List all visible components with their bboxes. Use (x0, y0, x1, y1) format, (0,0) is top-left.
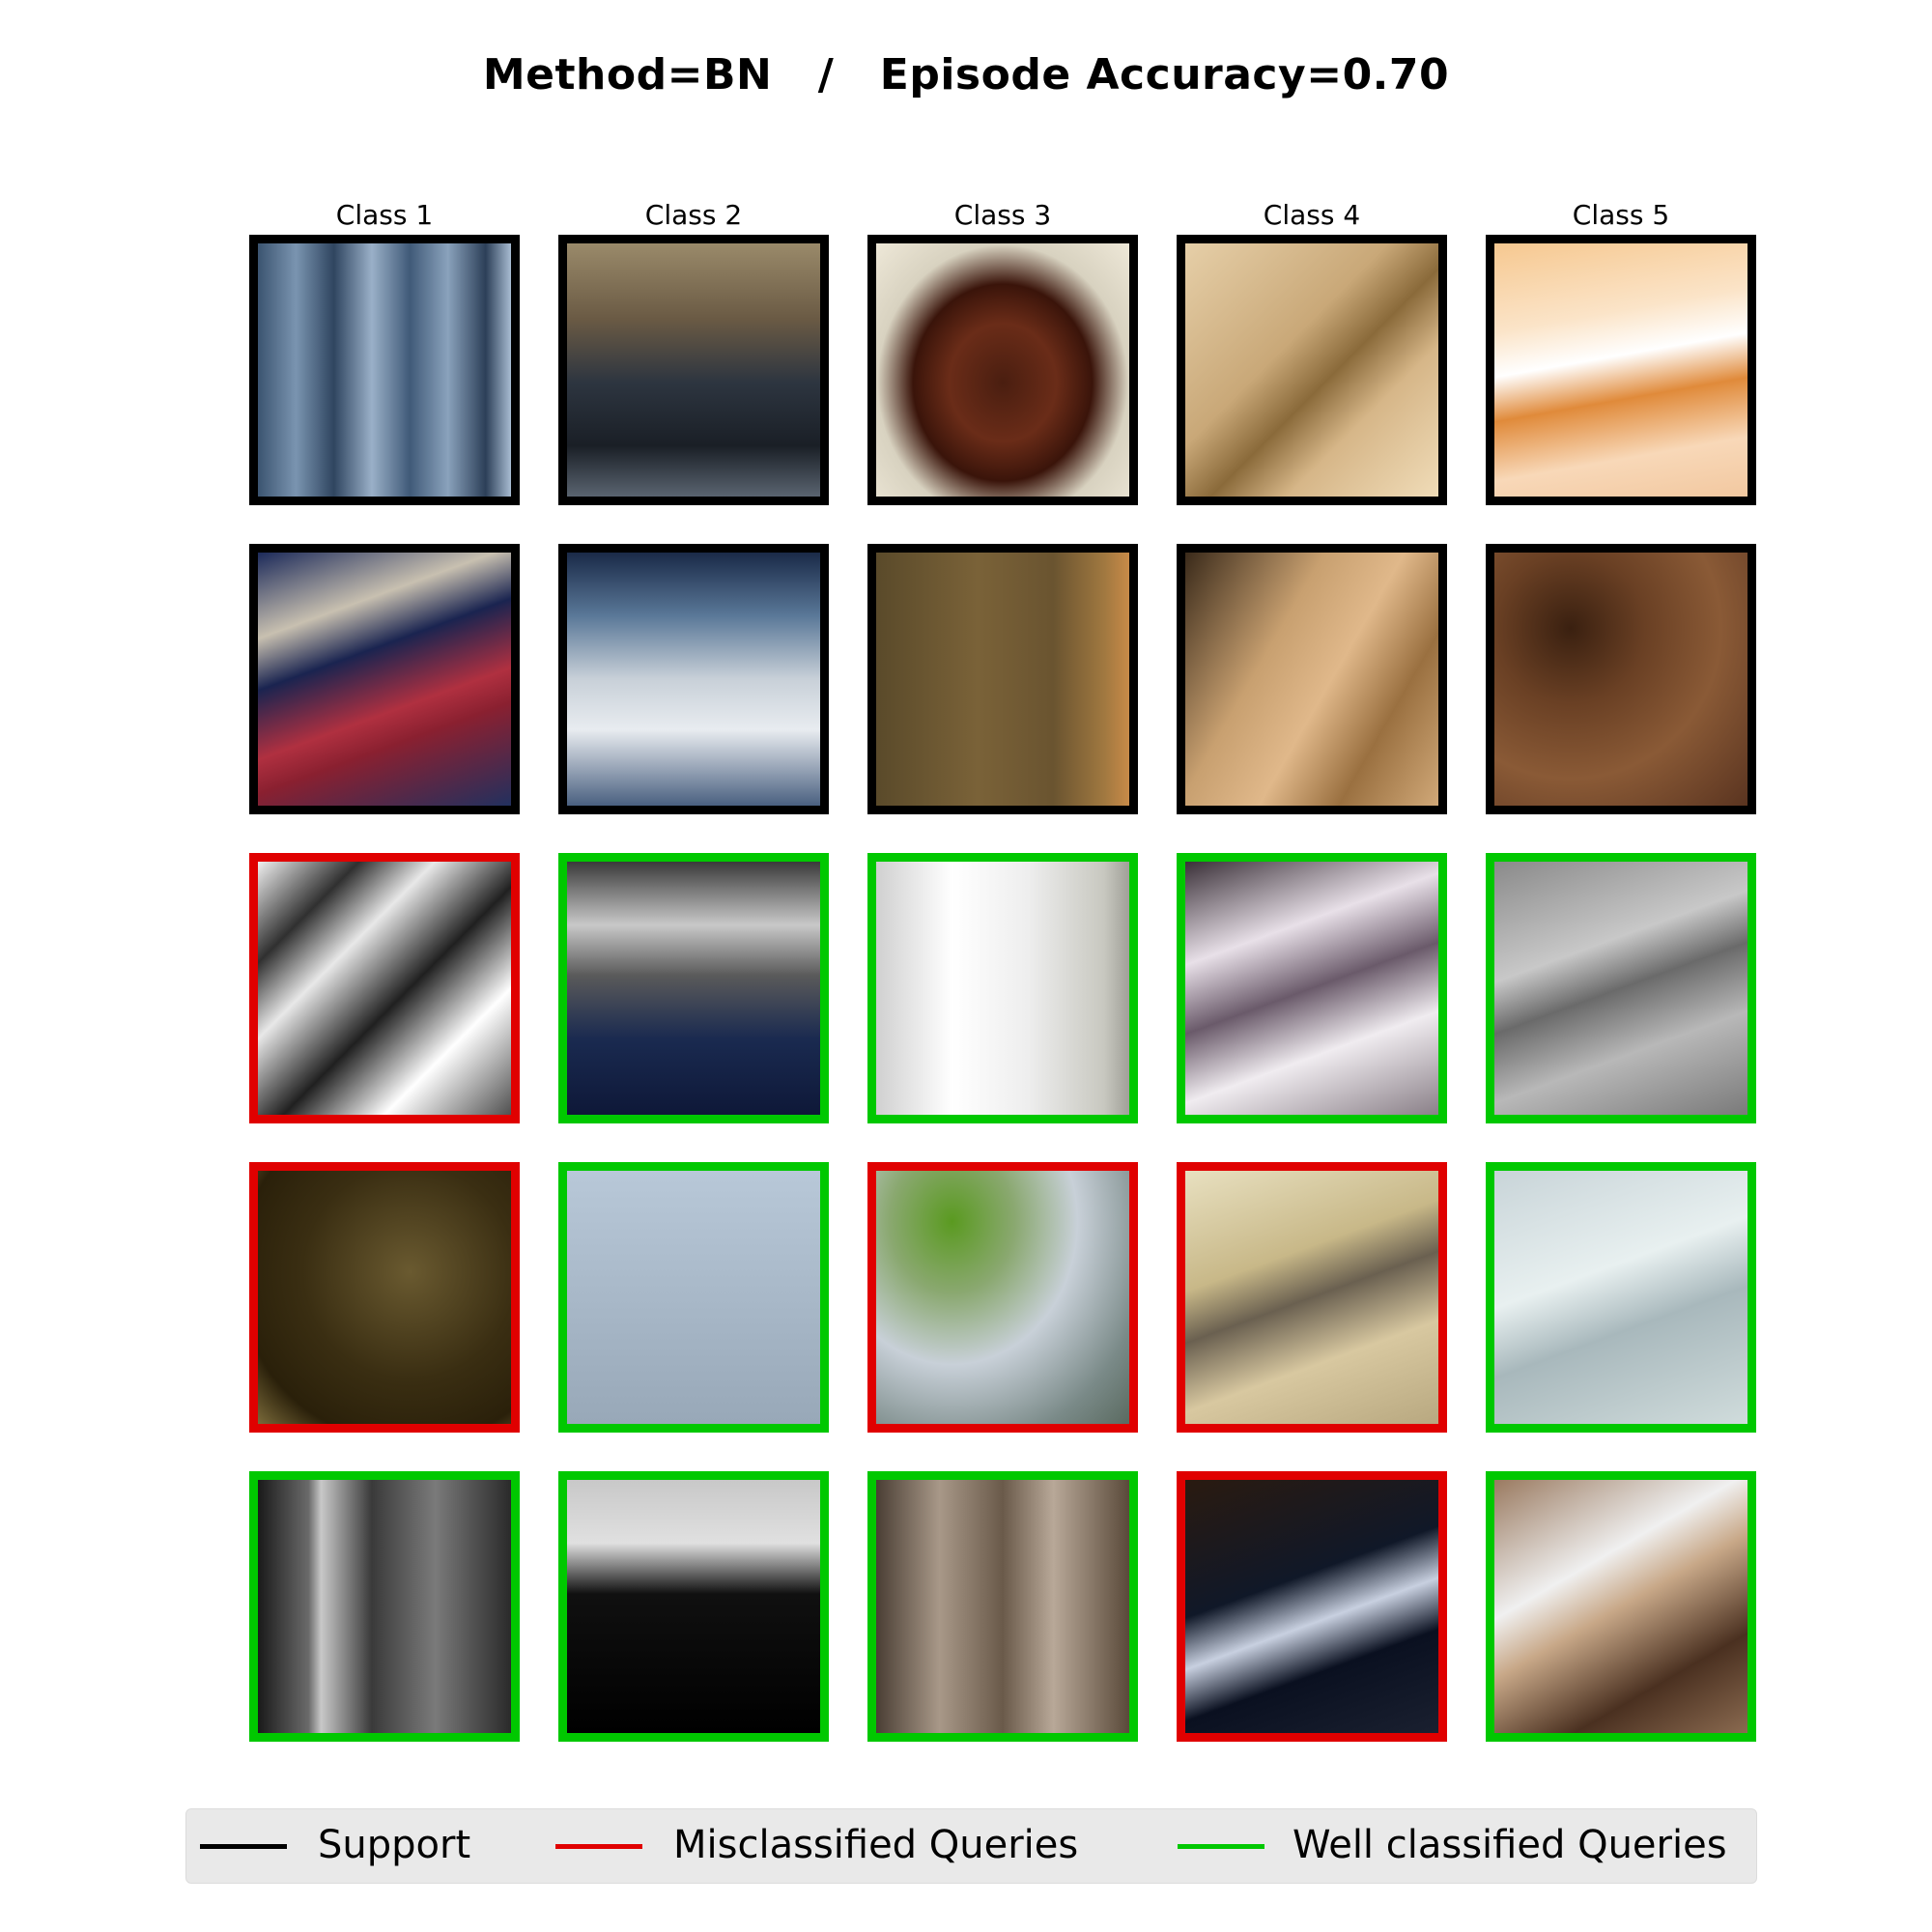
thumbnail-image (1185, 243, 1438, 497)
tile-row2-class4-support (1177, 544, 1447, 814)
thumbnail-image (876, 243, 1129, 497)
thumbnail-image (1185, 553, 1438, 806)
thumbnail-image (258, 243, 511, 497)
thumbnail-image (876, 1480, 1129, 1733)
legend-support-line (200, 1844, 287, 1849)
thumbnail-image (876, 1171, 1129, 1424)
thumbnail-image (567, 1171, 820, 1424)
thumbnail-image (1494, 862, 1747, 1115)
thumbnail-image (1494, 1171, 1747, 1424)
column-label-class-3: Class 3 (953, 199, 1052, 231)
tile-row3-class4-well-classified (1177, 853, 1447, 1123)
tile-row1-class2-support (558, 235, 829, 505)
tile-row5-class5-well-classified (1486, 1471, 1756, 1742)
thumbnail-image (1494, 1480, 1747, 1733)
thumbnail-image (876, 862, 1129, 1115)
tile-row4-class5-well-classified (1486, 1162, 1756, 1433)
tile-row3-class3-well-classified (867, 853, 1138, 1123)
thumbnail-image (1185, 1171, 1438, 1424)
thumbnail-image (567, 243, 820, 497)
tile-row4-class3-misclassified (867, 1162, 1138, 1433)
thumbnail-image (567, 553, 820, 806)
thumbnail-image (876, 553, 1129, 806)
tile-row5-class4-misclassified (1177, 1471, 1447, 1742)
column-label-class-1: Class 1 (335, 199, 434, 231)
tile-row2-class2-support (558, 544, 829, 814)
tile-row4-class1-misclassified (249, 1162, 520, 1433)
legend-well-classified-label: Well classified Queries (1293, 1823, 1727, 1867)
thumbnail-image (1494, 553, 1747, 806)
thumbnail-image (258, 1480, 511, 1733)
legend-well-classified-line (1178, 1844, 1264, 1849)
legend: Support Misclassified Queries Well class… (185, 1808, 1757, 1884)
tile-row2-class3-support (867, 544, 1138, 814)
thumbnail-image (258, 862, 511, 1115)
tile-row4-class4-misclassified (1177, 1162, 1447, 1433)
tile-row5-class3-well-classified (867, 1471, 1138, 1742)
figure-title: Method=BN / Episode Accuracy=0.70 (482, 50, 1450, 99)
column-label-class-2: Class 2 (644, 199, 743, 231)
tile-row2-class5-support (1486, 544, 1756, 814)
tile-row1-class4-support (1177, 235, 1447, 505)
tile-row3-class1-misclassified (249, 853, 520, 1123)
thumbnail-image (567, 1480, 820, 1733)
tile-row3-class5-well-classified (1486, 853, 1756, 1123)
tile-row2-class1-support (249, 544, 520, 814)
column-label-class-5: Class 5 (1572, 199, 1670, 231)
thumbnail-image (258, 1171, 511, 1424)
tile-row5-class1-well-classified (249, 1471, 520, 1742)
thumbnail-image (1185, 1480, 1438, 1733)
tile-row1-class3-support (867, 235, 1138, 505)
tile-row4-class2-well-classified (558, 1162, 829, 1433)
thumbnail-image (567, 862, 820, 1115)
tile-row1-class5-support (1486, 235, 1756, 505)
tile-row5-class2-well-classified (558, 1471, 829, 1742)
thumbnail-image (1185, 862, 1438, 1115)
thumbnail-image (1494, 243, 1747, 497)
tile-row1-class1-support (249, 235, 520, 505)
legend-misclassified-line (555, 1844, 642, 1849)
thumbnail-image (258, 553, 511, 806)
tile-row3-class2-well-classified (558, 853, 829, 1123)
legend-support-label: Support (318, 1823, 471, 1867)
legend-misclassified-label: Misclassified Queries (673, 1823, 1079, 1867)
column-label-class-4: Class 4 (1263, 199, 1361, 231)
